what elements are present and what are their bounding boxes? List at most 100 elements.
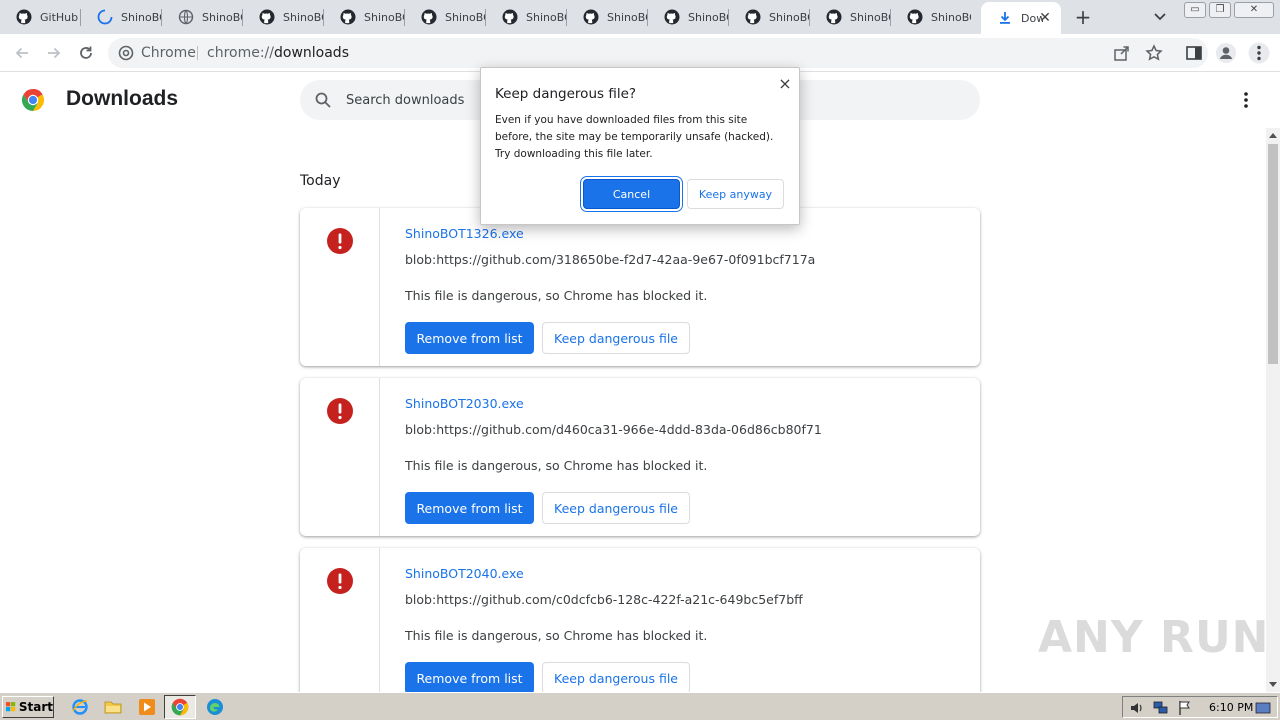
tab-downloads[interactable]: Dow ✕	[981, 2, 1061, 34]
browser-tab[interactable]: ShinoBO	[567, 0, 648, 34]
tab-title: ShinoBO	[364, 10, 404, 24]
tab-strip: GitHub - ShinoBO ShinoBO ShinoBO ShinoBO Shin…	[0, 0, 1280, 34]
dialog-cancel-button[interactable]: Cancel	[583, 179, 680, 209]
bookmark-star-icon[interactable]	[1145, 44, 1163, 62]
address-bar[interactable]: Chrome chrome://downloads	[108, 38, 1208, 68]
folder-icon[interactable]	[104, 698, 122, 716]
browser-tab[interactable]: ShinoBO	[162, 0, 243, 34]
start-button[interactable]: Start	[2, 696, 54, 718]
media-player-icon[interactable]	[138, 698, 156, 716]
keep-dangerous-file-button[interactable]: Keep dangerous file	[542, 662, 690, 692]
close-tab-button[interactable]: ✕	[1037, 10, 1053, 26]
side-panel-icon[interactable]	[1185, 44, 1203, 62]
tab-separator	[161, 9, 162, 26]
tab-title: ShinoBO	[283, 10, 323, 24]
github-icon	[259, 9, 275, 25]
tab-separator	[566, 9, 567, 26]
chrome-icon	[171, 698, 189, 716]
file-name-link[interactable]: ShinoBOT2040.exe	[405, 566, 524, 581]
url-text: chrome://downloads	[207, 45, 349, 61]
restore-button[interactable]: ❐	[1209, 2, 1231, 18]
github-icon	[826, 9, 842, 25]
browser-tab[interactable]: ShinoBO	[243, 0, 324, 34]
internet-explorer-icon[interactable]	[71, 698, 89, 716]
remove-from-list-button[interactable]: Remove from list	[405, 662, 534, 692]
download-icon-column	[300, 378, 380, 536]
github-icon	[502, 9, 518, 25]
file-status-text: This file is dangerous, so Chrome has bl…	[405, 458, 708, 473]
page-title: Downloads	[66, 87, 179, 110]
page-scrollbar[interactable]	[1266, 128, 1280, 692]
dangerous-file-warning-icon	[327, 568, 353, 594]
browser-tab[interactable]: ShinoBO	[486, 0, 567, 34]
window-close-button[interactable]: ✕	[1234, 2, 1274, 18]
tab-separator	[323, 9, 324, 26]
file-name-link[interactable]: ShinoBOT1326.exe	[405, 226, 524, 241]
dialog-close-button[interactable]: ×	[777, 76, 793, 92]
browser-tab[interactable]: ShinoBO	[324, 0, 405, 34]
date-section-label: Today	[300, 173, 341, 189]
keep-dangerous-file-button[interactable]: Keep dangerous file	[542, 492, 690, 524]
globe-icon	[178, 9, 194, 25]
minimize-button[interactable]: ▭	[1184, 2, 1206, 18]
browser-tab[interactable]: ShinoBO	[648, 0, 729, 34]
url-host: downloads	[274, 45, 349, 61]
edge-icon[interactable]	[206, 698, 224, 716]
share-icon[interactable]	[1113, 44, 1131, 62]
download-icon-column	[300, 548, 380, 692]
more-options-icon[interactable]	[1237, 90, 1255, 110]
network-icon[interactable]	[1153, 700, 1169, 716]
remove-from-list-button[interactable]: Remove from list	[405, 322, 534, 354]
browser-tab[interactable]: ShinoBO	[810, 0, 891, 34]
github-icon	[664, 9, 680, 25]
dialog-message: Even if you have downloaded files from t…	[495, 114, 774, 160]
tab-separator	[890, 9, 891, 26]
new-tab-button[interactable]: +	[1071, 6, 1095, 28]
tab-separator	[485, 9, 486, 26]
omnibox-divider	[197, 46, 198, 60]
chrome-site-icon	[118, 45, 134, 61]
tab-title: ShinoBO	[931, 10, 971, 24]
forward-button[interactable]	[43, 42, 65, 64]
chevron-down-icon[interactable]	[1150, 8, 1170, 26]
speaker-icon[interactable]	[1129, 700, 1145, 716]
loading-spinner-icon	[97, 9, 113, 25]
file-name-link[interactable]: ShinoBOT2030.exe	[405, 396, 524, 411]
tab-title: GitHub -	[40, 10, 80, 24]
back-button[interactable]	[11, 42, 33, 64]
chrome-menu-icon[interactable]	[1248, 42, 1270, 64]
file-status-text: This file is dangerous, so Chrome has bl…	[405, 628, 708, 643]
url-prefix: chrome://	[207, 45, 274, 61]
dangerous-file-warning-icon	[327, 228, 353, 254]
taskbar-chrome-button[interactable]	[164, 695, 196, 719]
tab-separator	[647, 9, 648, 26]
browser-tab[interactable]: ShinoBO	[729, 0, 810, 34]
download-icon	[1000, 12, 1010, 24]
browser-tab[interactable]: GitHub -	[0, 0, 81, 34]
github-icon	[16, 9, 32, 25]
remove-from-list-button[interactable]: Remove from list	[405, 492, 534, 524]
browser-tab[interactable]: ShinoBO	[81, 0, 162, 34]
tab-separator	[809, 9, 810, 26]
chrome-logo-icon	[21, 89, 45, 111]
file-status-text: This file is dangerous, so Chrome has bl…	[405, 288, 708, 303]
reload-button[interactable]	[75, 42, 97, 64]
download-item: ShinoBOT2040.exe blob:https://github.com…	[300, 548, 980, 692]
github-icon	[583, 9, 599, 25]
scroll-down-arrow[interactable]	[1269, 682, 1277, 687]
keep-dangerous-file-button[interactable]: Keep dangerous file	[542, 322, 690, 354]
windows-flag-icon	[6, 702, 16, 712]
dialog-keep-anyway-button[interactable]: Keep anyway	[687, 179, 784, 209]
dangerous-file-warning-icon	[327, 398, 353, 424]
flag-icon[interactable]	[1177, 700, 1193, 716]
profile-avatar-icon[interactable]	[1215, 42, 1237, 64]
scroll-up-arrow[interactable]	[1269, 133, 1277, 138]
browser-tab[interactable]: ShinoBO	[891, 0, 972, 34]
site-scheme-label: Chrome	[141, 45, 196, 61]
anyrun-watermark: ANY RUN	[1038, 612, 1270, 663]
download-icon-column	[300, 208, 380, 366]
tab-separator	[404, 9, 405, 26]
show-desktop-icon[interactable]	[1255, 700, 1271, 716]
scrollbar-thumb[interactable]	[1268, 144, 1278, 364]
browser-tab[interactable]: ShinoBO	[405, 0, 486, 34]
